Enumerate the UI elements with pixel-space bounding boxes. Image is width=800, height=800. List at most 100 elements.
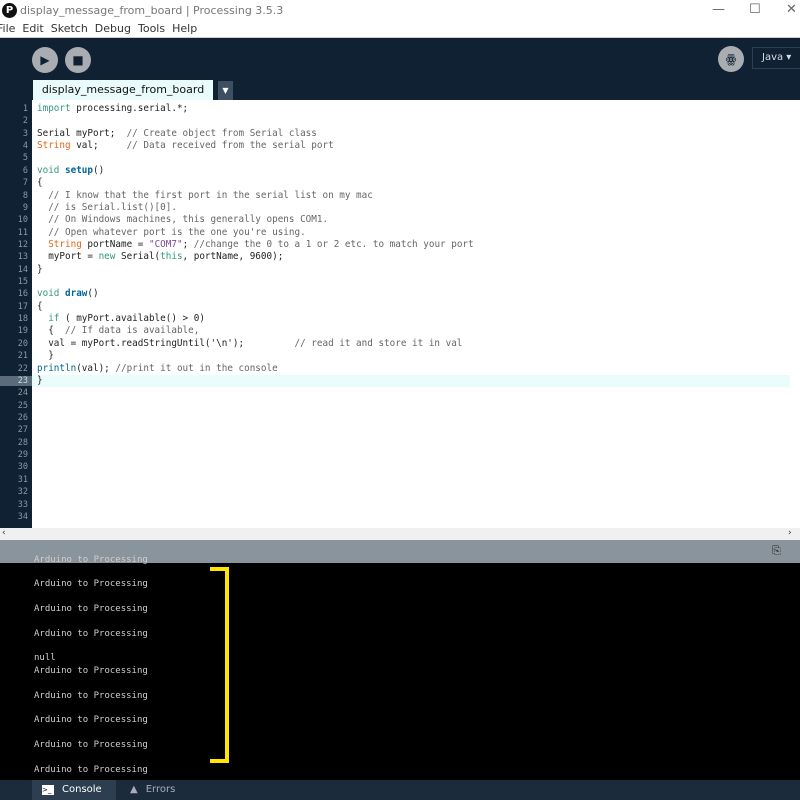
- stop-icon: ■: [72, 53, 84, 67]
- tab-sketch[interactable]: display_message_from_board: [33, 80, 213, 100]
- line-number: 27: [17, 425, 28, 436]
- line-number: 14: [17, 264, 28, 275]
- scroll-right-icon[interactable]: ›: [788, 528, 792, 538]
- tab-console[interactable]: >_ Console: [32, 780, 116, 800]
- console-output: Arduino to Processing Arduino to Processi…: [0, 555, 800, 780]
- line-number: 12: [17, 239, 28, 250]
- current-line-highlight: [32, 375, 790, 387]
- mode-selector[interactable]: Java ▾: [752, 47, 800, 69]
- console-line: Arduino to Processing: [34, 740, 148, 751]
- line-number: 6: [22, 165, 28, 176]
- line-number: 23: [0, 375, 32, 386]
- code-line: {: [37, 300, 43, 312]
- code-line: { // If data is available,: [37, 325, 200, 337]
- code-line: void setup(): [37, 164, 105, 176]
- menu-file[interactable]: File: [0, 22, 15, 35]
- code-line: import processing.serial.*;: [37, 103, 189, 114]
- line-number: 31: [17, 474, 28, 485]
- line-number: 15: [17, 277, 28, 288]
- code-line: {: [37, 177, 43, 189]
- line-number: 1: [22, 104, 28, 114]
- line-number: 29: [17, 450, 28, 461]
- stop-button[interactable]: ■: [65, 47, 91, 73]
- console-line: null: [34, 653, 56, 664]
- line-number: 30: [17, 462, 28, 473]
- code-line: println(val); //print it out in the cons…: [37, 362, 278, 374]
- tab-errors[interactable]: ▲ Errors: [120, 780, 175, 800]
- code-line: void draw(): [37, 288, 99, 300]
- maximize-button[interactable]: ☐: [749, 2, 761, 17]
- processing-logo-icon: P: [2, 3, 17, 18]
- tab-errors-label: Errors: [145, 784, 176, 795]
- window-title: display_message_from_board | Processing …: [20, 4, 284, 17]
- menu-tools[interactable]: Tools: [138, 22, 165, 35]
- console-line: Arduino to Processing: [34, 603, 148, 614]
- line-number: 2: [22, 116, 28, 127]
- menu-sketch[interactable]: Sketch: [51, 22, 88, 35]
- code-line: // On Windows machines, this generally o…: [48, 214, 329, 226]
- vertical-scrollbar[interactable]: [790, 100, 800, 528]
- line-number: 22: [17, 363, 28, 374]
- tab-menu-arrow-icon[interactable]: ▼: [218, 81, 233, 100]
- code-line: }: [37, 374, 43, 386]
- line-number-gutter: 1 2 3 4 5 6 7 8 9 10 11 12 13 14 15 16 17 18 19 20 21 22 23 24 2…: [0, 100, 32, 528]
- console-line: Arduino to Processing: [34, 765, 148, 775]
- minimize-button[interactable]: —: [712, 2, 725, 17]
- line-number: 4: [22, 141, 28, 152]
- console-line: Arduino to Processing: [34, 715, 148, 726]
- code-line: // I know that the first port in the ser…: [48, 189, 373, 201]
- play-icon: ▶: [40, 53, 50, 67]
- code-line: }: [37, 263, 43, 275]
- code-line: val = myPort.readStringUntil('\n'); // r…: [37, 337, 463, 349]
- line-number: 13: [17, 252, 28, 263]
- tab-console-label: Console: [62, 784, 102, 795]
- horizontal-scrollbar[interactable]: ‹ ›: [0, 528, 800, 540]
- line-number: 20: [17, 338, 28, 349]
- line-number: 7: [22, 178, 28, 189]
- console-line: Arduino to Processing: [34, 665, 148, 676]
- copy-icon[interactable]: ⎘: [772, 544, 781, 558]
- code-line: myPort = new Serial(this, portName, 9600…: [37, 251, 284, 263]
- code-line: if ( myPort.available() > 0): [48, 313, 205, 325]
- butterfly-icon: ꙮ: [725, 52, 737, 66]
- console-line: Arduino to Processing: [34, 628, 148, 639]
- scroll-left-icon[interactable]: ‹: [2, 528, 6, 538]
- line-number: 33: [17, 499, 28, 510]
- code-line: // is Serial.list()[0].: [48, 201, 177, 213]
- code-line: }: [37, 350, 54, 362]
- console-line: Arduino to Processing: [34, 690, 148, 701]
- highlight-bracket: [210, 567, 229, 763]
- console-line: Arduino to Processing: [34, 579, 148, 589]
- title-bar: P display_message_from_board | Processin…: [0, 0, 800, 22]
- line-number: 10: [17, 215, 28, 226]
- console-icon: >_: [42, 785, 54, 795]
- console-line: Arduino to Processing: [34, 555, 148, 565]
- line-number: 8: [22, 190, 28, 201]
- line-number: 26: [17, 413, 28, 423]
- debugger-button[interactable]: ꙮ: [718, 46, 744, 72]
- line-number: 3: [22, 128, 28, 139]
- run-button[interactable]: ▶: [32, 47, 58, 73]
- menu-help[interactable]: Help: [172, 22, 197, 35]
- line-number: 5: [22, 153, 28, 164]
- code-line: String val; // Data received from the se…: [37, 140, 334, 152]
- menu-debug[interactable]: Debug: [95, 22, 131, 35]
- bottom-tab-bar: >_ Console ▲ Errors: [0, 780, 800, 800]
- line-number: 18: [17, 314, 28, 325]
- close-button[interactable]: ✕: [786, 2, 797, 17]
- menu-bar: File Edit Sketch Debug Tools Help: [0, 22, 800, 38]
- line-number: 17: [17, 301, 28, 312]
- warning-icon: ▲: [130, 784, 138, 795]
- line-number: 34: [17, 511, 28, 522]
- line-number: 24: [17, 388, 28, 399]
- code-line: // Open whatever port is the one you're …: [48, 226, 306, 238]
- menu-edit[interactable]: Edit: [22, 22, 43, 35]
- code-line: Serial myPort; // Create object from Ser…: [37, 127, 317, 139]
- line-number: 25: [17, 400, 28, 411]
- line-number: 9: [22, 202, 28, 213]
- line-number: 19: [17, 326, 28, 337]
- line-number: 21: [17, 351, 28, 362]
- line-number: 28: [17, 437, 28, 448]
- line-number: 11: [17, 227, 28, 238]
- code-line: String portName = "COM7"; //change the 0…: [48, 238, 474, 250]
